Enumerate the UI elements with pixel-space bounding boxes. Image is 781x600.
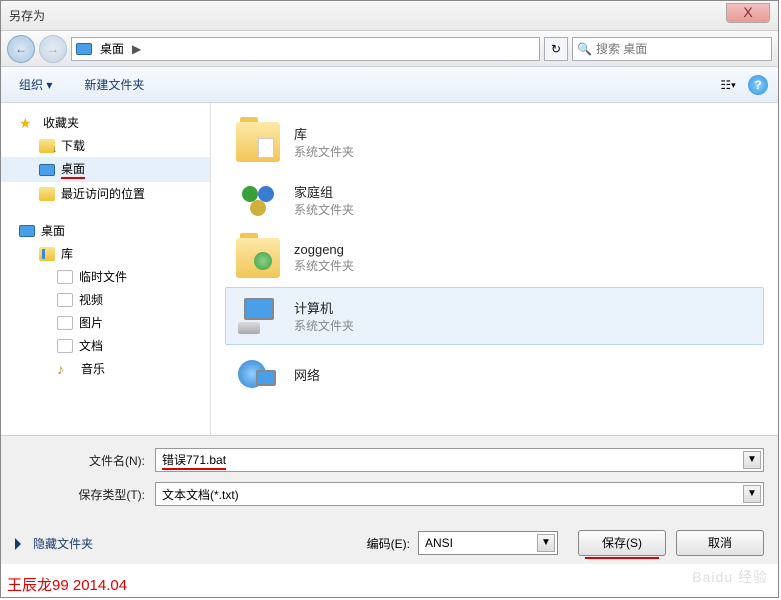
back-button[interactable]: ← [7, 35, 35, 63]
window-title: 另存为 [9, 7, 45, 24]
sidebar-item-docs[interactable]: 文档 [1, 334, 210, 357]
refresh-button[interactable]: ↻ [544, 37, 568, 61]
triangle-icon [15, 538, 27, 550]
sidebar: ★收藏夹 下载 桌面 最近访问的位置 桌面 库 临时文件 视频 图片 文档 ♪音… [1, 103, 211, 435]
forward-button[interactable]: → [39, 35, 67, 63]
sidebar-item-music[interactable]: ♪音乐 [1, 357, 210, 380]
library-icon [234, 120, 282, 164]
file-list: 库系统文件夹 家庭组系统文件夹 zoggeng系统文件夹 计算机系统文件夹 网络 [211, 103, 778, 435]
organize-button[interactable]: 组织 ▾ [13, 72, 58, 97]
sidebar-item-library[interactable]: 库 [1, 242, 210, 265]
baidu-watermark: Baidu 经验 [692, 567, 768, 587]
chevron-right-icon[interactable]: ▶ [132, 42, 141, 56]
toolbar: 组织 ▾ 新建文件夹 ☷▾ ? [1, 67, 778, 103]
desktop-icon [76, 43, 92, 55]
encoding-select[interactable]: ANSI ▼ [418, 531, 558, 555]
chevron-down-icon[interactable]: ▼ [743, 485, 761, 503]
cancel-button[interactable]: 取消 [676, 530, 764, 556]
view-options-button[interactable]: ☷▾ [716, 73, 740, 97]
close-button[interactable]: X [726, 3, 770, 23]
picture-icon [57, 316, 73, 330]
user-folder-icon [234, 236, 282, 280]
desktop-icon [39, 164, 55, 176]
filename-input[interactable]: 错误771.bat ▼ [155, 448, 764, 472]
desktop-icon [19, 225, 35, 237]
arrow-right-icon: → [47, 42, 59, 56]
sidebar-item-desktop2[interactable]: 桌面 [1, 219, 210, 242]
save-as-dialog: 另存为 X ← → 桌面 ▶ ↻ 🔍 搜索 桌面 组织 ▾ 新建文件夹 ☷▾ ?… [0, 0, 779, 598]
filename-label: 文件名(N): [15, 452, 155, 469]
bottom-panel: 文件名(N): 错误771.bat ▼ 保存类型(T): 文本文档(*.txt)… [1, 435, 778, 564]
encoding-label: 编码(E): [367, 535, 410, 552]
filetype-label: 保存类型(T): [15, 486, 155, 503]
path-segment[interactable]: 桌面 [96, 40, 128, 57]
chevron-down-icon[interactable]: ▼ [743, 451, 761, 469]
chevron-down-icon[interactable]: ▼ [537, 534, 555, 552]
list-item[interactable]: 家庭组系统文件夹 [225, 171, 764, 229]
library-icon [39, 247, 55, 261]
nav-bar: ← → 桌面 ▶ ↻ 🔍 搜索 桌面 [1, 31, 778, 67]
sidebar-item-recent[interactable]: 最近访问的位置 [1, 182, 210, 205]
sidebar-item-desktop[interactable]: 桌面 [1, 157, 210, 182]
sidebar-item-pictures[interactable]: 图片 [1, 311, 210, 334]
search-placeholder: 搜索 桌面 [596, 40, 647, 57]
arrow-left-icon: ← [15, 42, 27, 56]
network-icon [234, 352, 282, 396]
file-icon [57, 270, 73, 284]
new-folder-button[interactable]: 新建文件夹 [78, 72, 150, 97]
search-input[interactable]: 🔍 搜索 桌面 [572, 37, 772, 61]
computer-icon [234, 294, 282, 338]
sidebar-item-temp[interactable]: 临时文件 [1, 265, 210, 288]
title-bar: 另存为 X [1, 1, 778, 31]
view-icon: ☷ [720, 78, 731, 92]
save-button[interactable]: 保存(S) [578, 530, 666, 556]
address-bar[interactable]: 桌面 ▶ [71, 37, 540, 61]
list-item[interactable]: zoggeng系统文件夹 [225, 229, 764, 287]
homegroup-icon [234, 178, 282, 222]
music-icon: ♪ [57, 361, 75, 377]
list-item-selected[interactable]: 计算机系统文件夹 [225, 287, 764, 345]
download-icon [39, 139, 55, 153]
dialog-body: ★收藏夹 下载 桌面 最近访问的位置 桌面 库 临时文件 视频 图片 文档 ♪音… [1, 103, 778, 435]
list-item[interactable]: 库系统文件夹 [225, 113, 764, 171]
sidebar-item-downloads[interactable]: 下载 [1, 134, 210, 157]
refresh-icon: ↻ [551, 42, 561, 56]
video-icon [57, 293, 73, 307]
author-watermark: 王辰龙99 2014.04 [7, 574, 127, 595]
sidebar-item-video[interactable]: 视频 [1, 288, 210, 311]
hide-folders-toggle[interactable]: 隐藏文件夹 [15, 535, 93, 552]
recent-icon [39, 187, 55, 201]
filetype-select[interactable]: 文本文档(*.txt) ▼ [155, 482, 764, 506]
sidebar-item-favorites[interactable]: ★收藏夹 [1, 111, 210, 134]
list-item[interactable]: 网络 [225, 345, 764, 403]
star-icon: ★ [19, 115, 37, 131]
search-icon: 🔍 [577, 42, 592, 56]
help-button[interactable]: ? [748, 75, 768, 95]
document-icon [57, 339, 73, 353]
